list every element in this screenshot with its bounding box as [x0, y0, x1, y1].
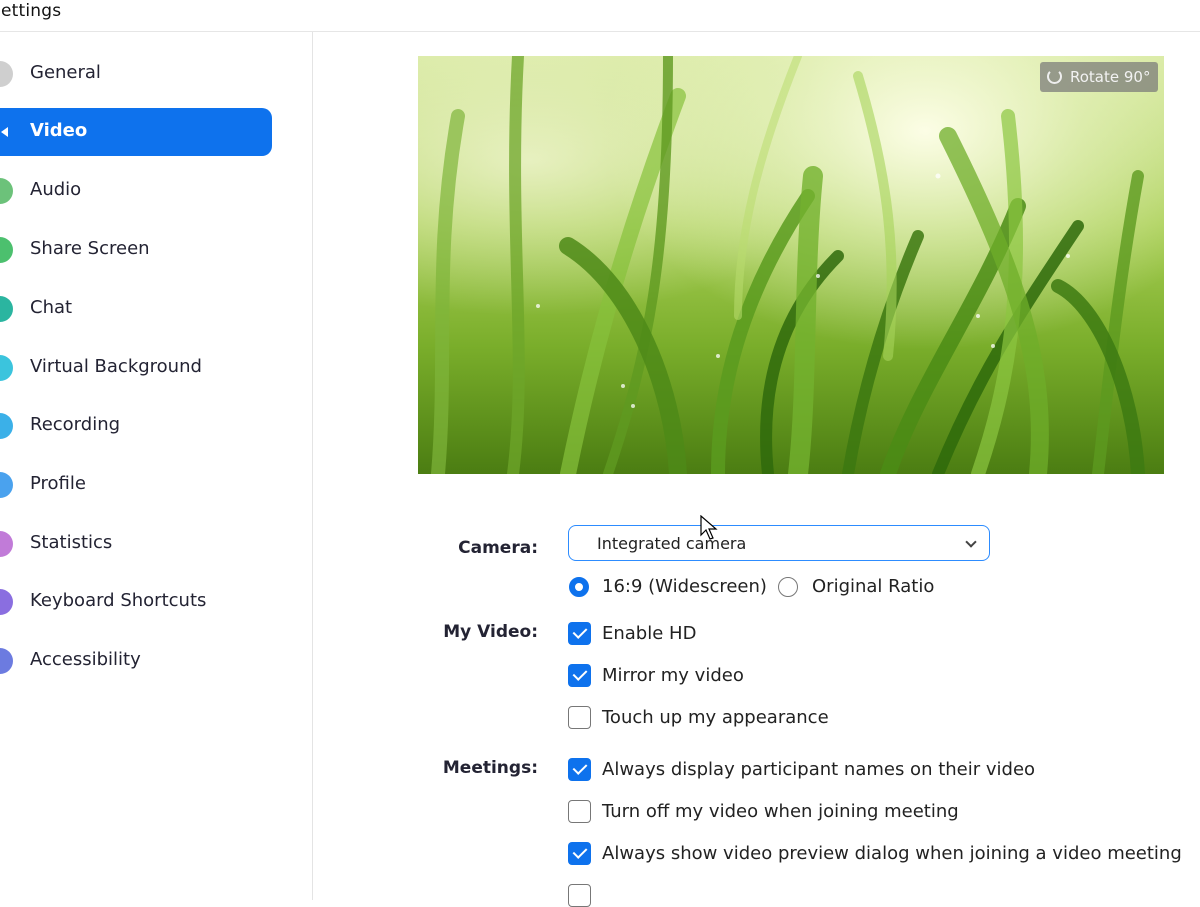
- sidebar-item-label: Chat: [30, 297, 73, 318]
- chat-icon: [0, 296, 13, 322]
- sidebar-item-accessibility[interactable]: Accessibility: [0, 637, 272, 685]
- sidebar-item-label: Virtual Background: [30, 356, 202, 377]
- ratio-widescreen-radio[interactable]: [569, 577, 589, 597]
- sidebar-item-general[interactable]: General: [0, 50, 272, 98]
- meetings-label: Meetings:: [442, 758, 538, 778]
- sidebar-item-audio[interactable]: Audio: [0, 167, 272, 215]
- headphones-icon: [0, 178, 13, 204]
- chevron-down-icon: [965, 536, 977, 548]
- video-preview: Rotate 90°: [418, 56, 1164, 474]
- keyboard-icon: [0, 589, 13, 615]
- mouse-cursor-icon: [700, 515, 718, 540]
- camera-label: Camera:: [458, 538, 538, 558]
- sidebar-item-label: Audio: [30, 179, 82, 200]
- accessibility-icon: [0, 648, 13, 674]
- sidebar-item-label: Share Screen: [30, 238, 150, 259]
- share-screen-icon: [0, 237, 13, 263]
- gear-icon: [0, 61, 13, 87]
- settings-sidebar: General Video Audio Share Screen Chat Vi…: [0, 32, 313, 900]
- video-preview-dialog-checkbox[interactable]: [568, 842, 591, 865]
- touch-up-checkbox[interactable]: [568, 706, 591, 729]
- rotate-label: Rotate 90°: [1070, 68, 1151, 86]
- grass-preview-image: [431, 56, 1145, 474]
- sidebar-item-profile[interactable]: Profile: [0, 461, 272, 509]
- my-video-label: My Video:: [443, 622, 538, 642]
- partial-checkbox[interactable]: [568, 884, 591, 907]
- video-preview-dialog-label: Always show video preview dialog when jo…: [602, 843, 1182, 864]
- title-bar: Settings: [0, 0, 1200, 32]
- enable-hd-checkbox[interactable]: [568, 622, 591, 645]
- touch-up-label: Touch up my appearance: [602, 707, 829, 728]
- sidebar-item-chat[interactable]: Chat: [0, 285, 272, 333]
- enable-hd-label: Enable HD: [602, 623, 697, 644]
- ratio-original-label: Original Ratio: [812, 576, 935, 597]
- mirror-video-label: Mirror my video: [602, 665, 744, 686]
- mirror-video-checkbox[interactable]: [568, 664, 591, 687]
- ratio-widescreen-label: 16:9 (Widescreen): [602, 576, 767, 597]
- sidebar-item-label: Keyboard Shortcuts: [30, 590, 207, 611]
- virtual-background-icon: [0, 355, 13, 381]
- sidebar-item-label: Statistics: [30, 532, 113, 553]
- sidebar-item-label: Video: [30, 120, 88, 141]
- display-names-label: Always display participant names on thei…: [602, 759, 1036, 780]
- sidebar-item-label: General: [30, 62, 101, 83]
- sidebar-item-virtual-background[interactable]: Virtual Background: [0, 344, 272, 392]
- profile-icon: [0, 472, 13, 498]
- turn-off-video-checkbox[interactable]: [568, 800, 591, 823]
- rotate-90-button[interactable]: Rotate 90°: [1040, 62, 1158, 92]
- camera-dropdown[interactable]: Integrated camera: [568, 525, 990, 561]
- ratio-original-radio[interactable]: [778, 577, 798, 597]
- rotate-icon: [1047, 69, 1062, 84]
- recording-icon: [0, 413, 13, 439]
- sidebar-item-statistics[interactable]: Statistics: [0, 520, 272, 568]
- video-icon: [0, 119, 13, 145]
- sidebar-item-video[interactable]: Video: [0, 108, 272, 156]
- sidebar-item-keyboard-shortcuts[interactable]: Keyboard Shortcuts: [0, 578, 272, 626]
- display-names-checkbox[interactable]: [568, 758, 591, 781]
- window-title: Settings: [0, 1, 62, 21]
- statistics-icon: [0, 531, 13, 557]
- camera-selected-value: Integrated camera: [597, 534, 747, 553]
- sidebar-item-label: Accessibility: [30, 649, 141, 670]
- sidebar-item-share-screen[interactable]: Share Screen: [0, 226, 272, 274]
- sidebar-item-recording[interactable]: Recording: [0, 402, 272, 450]
- sidebar-item-label: Profile: [30, 473, 86, 494]
- turn-off-video-label: Turn off my video when joining meeting: [602, 801, 959, 822]
- sidebar-item-label: Recording: [30, 414, 121, 435]
